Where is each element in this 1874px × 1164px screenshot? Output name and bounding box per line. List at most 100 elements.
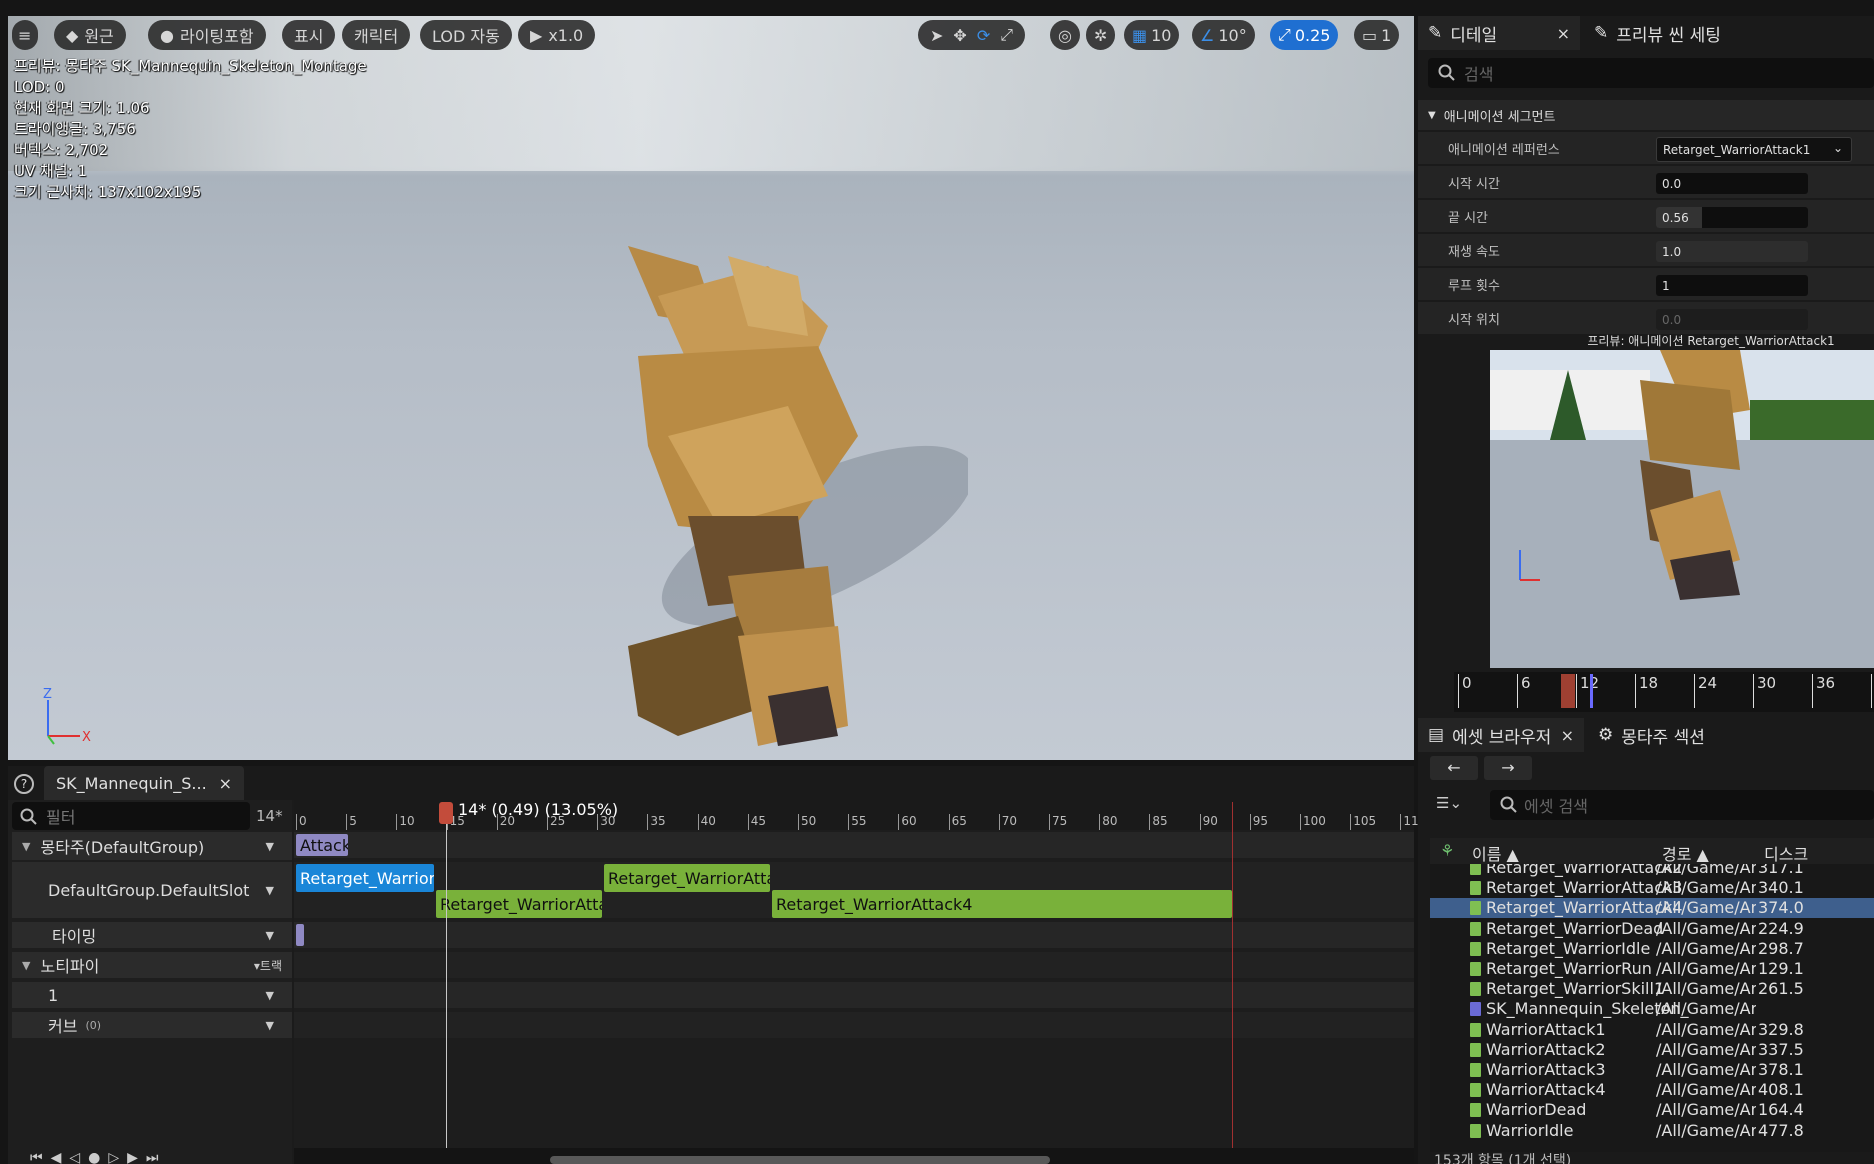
scale-snap-button[interactable]: ⤢ 0.25 (1270, 20, 1339, 50)
play-rate-field[interactable]: 1.0 (1656, 241, 1808, 262)
move-icon[interactable]: ✥ (953, 26, 966, 45)
dropdown-icon[interactable]: ▼ (266, 1019, 274, 1032)
column-name[interactable]: 이름 ▲ (1472, 841, 1519, 865)
track-timing[interactable]: 타이밍 ▼ (12, 922, 292, 948)
column-disk-size[interactable]: 디스크 (1764, 841, 1808, 865)
timeline-scrollbar[interactable] (550, 1156, 1050, 1164)
source-tree-icon[interactable]: ⚘ (1440, 841, 1454, 860)
back-arrow-icon[interactable]: ← (1430, 756, 1478, 780)
surface-snap-button[interactable]: ✲ (1086, 20, 1116, 50)
transport-controls[interactable]: ⏮◀◁●▷▶⏭ (30, 1150, 166, 1164)
asset-row[interactable]: Retarget_WarriorDead/All/Game/Ani 224.9 (1430, 919, 1874, 939)
asset-row[interactable]: WarriorIdle/All/Game/Ani 477.8 (1430, 1121, 1874, 1141)
add-track-button[interactable]: ▾트랙 (254, 957, 282, 974)
dropdown-icon[interactable]: ▼ (266, 989, 274, 1002)
tab-asset-browser[interactable]: ▤ 에셋 브라우저 × (1418, 718, 1584, 752)
start-time-field[interactable]: 0.0 (1656, 173, 1808, 194)
asset-row[interactable]: Retarget_WarriorSkill1/All/Game/Ani 261.5 (1430, 979, 1874, 999)
close-icon[interactable]: × (1557, 24, 1570, 43)
loop-count-field[interactable]: 1 (1656, 275, 1808, 296)
asset-row[interactable]: WarriorDead/All/Game/Ani 164.4 (1430, 1100, 1874, 1120)
current-frame-field[interactable]: 14* (256, 802, 292, 830)
close-icon[interactable]: × (1561, 726, 1574, 745)
dropdown-icon[interactable]: ▼ (266, 929, 274, 942)
tab-montage[interactable]: SK_Mannequin_S... × (44, 766, 244, 800)
asset-list[interactable]: Retarget_WarriorAttack2/All/Game/Ani 317.… (1430, 864, 1874, 1152)
segment-warrior-attack4[interactable]: Retarget_WarriorAttack4 (772, 890, 1232, 918)
tab-preview-settings[interactable]: ✎ 프리뷰 씬 세팅 (1584, 16, 1721, 50)
segment-warrior-attack2[interactable]: Retarget_WarriorAttack2 (436, 890, 602, 918)
preview-ruler-tick: 18 (1635, 674, 1658, 708)
asset-row[interactable]: Retarget_WarriorAttack4/All/Game/Ani 374.… (1430, 898, 1874, 919)
montage-section-attack1[interactable]: Attack1 (296, 834, 348, 856)
end-marker (1232, 802, 1233, 1148)
preview-ruler-tick: 12 (1576, 674, 1599, 708)
scale-icon[interactable]: ⤢ (1000, 25, 1013, 45)
timeline[interactable]: 0 5 10 15 20 25 30 35 40 45 50 55 60 65 70 75 80 85 90 95 10… (294, 800, 1419, 1164)
timing-marker[interactable] (296, 924, 304, 946)
lod-button[interactable]: LOD 자동 (420, 20, 512, 50)
grid-snap-value: 10 (1151, 25, 1172, 45)
ruler-tick: 5 (346, 814, 357, 830)
asset-row[interactable]: SK_Mannequin_Skeleton_/All/Game/Ani (1430, 999, 1874, 1019)
asset-row[interactable]: WarriorAttack4/All/Game/Ani 408.1 (1430, 1080, 1874, 1100)
lighting-button[interactable]: ● 라이팅포함 (148, 20, 266, 50)
asset-row[interactable]: Retarget_WarriorAttack3/All/Game/Ani 340.… (1430, 878, 1874, 898)
dropdown-icon[interactable]: ▼ (266, 884, 274, 897)
details-search-input[interactable]: 검색 (1428, 58, 1874, 88)
column-path[interactable]: 경로 ▲ (1662, 841, 1709, 865)
filter-icon[interactable]: ☰⌄ (1436, 794, 1476, 818)
chevron-down-icon[interactable]: ▼ (22, 840, 30, 853)
asset-row[interactable]: Retarget_WarriorRun/All/Game/Ani 129.1 (1430, 959, 1874, 979)
track-notify[interactable]: ▼ 노티파이 ▾트랙 (12, 952, 292, 978)
perspective-button[interactable]: ◆ 원근 (54, 20, 126, 50)
asset-row[interactable]: Retarget_WarriorIdle/All/Game/Ani 298.7 (1430, 939, 1874, 959)
world-local-button[interactable]: ◎ (1050, 20, 1080, 50)
ruler-tick: 100 (1300, 814, 1326, 830)
rotate-icon[interactable]: ⟳ (977, 26, 990, 45)
dropdown-icon[interactable]: ▼ (266, 840, 274, 853)
asset-path: /All/Game/Ani (1656, 1039, 1756, 1059)
preview-playhead[interactable] (1561, 674, 1575, 708)
playhead-handle[interactable] (439, 802, 453, 824)
track-curves[interactable]: 커브 (0) ▼ (12, 1012, 292, 1038)
segment-warrior-attack3[interactable]: Retarget_WarriorAttack3 (604, 864, 770, 892)
asset-search-input[interactable]: 에셋 검색 (1490, 790, 1874, 820)
anim-preview-viewport[interactable] (1490, 350, 1874, 668)
character-mesh[interactable] (568, 236, 968, 756)
preview-ruler-tick: 36 (1812, 674, 1835, 708)
anim-reference-combo[interactable]: Retarget_WarriorAttack1 ⌄ (1656, 137, 1852, 162)
tab-montage-sections[interactable]: ⚙ 몽타주 섹션 (1588, 718, 1705, 752)
section-anim-segment[interactable]: ▼ 애니메이션 세그먼트 (1418, 100, 1874, 130)
track-filter-input[interactable]: 필터 (12, 802, 250, 830)
grid-snap-button[interactable]: ▦ 10 (1124, 20, 1180, 50)
asset-size: 317.1 (1758, 864, 1804, 877)
chevron-down-icon[interactable]: ▼ (22, 959, 30, 972)
track-notify-1[interactable]: 1 ▼ (12, 982, 292, 1008)
help-icon[interactable]: ? (14, 774, 34, 794)
asset-row[interactable]: WarriorAttack2/All/Game/Ani 337.5 (1430, 1040, 1874, 1060)
camera-speed-button[interactable]: ▭ 1 (1354, 20, 1400, 50)
tab-details[interactable]: ✎ 디테일 × (1418, 16, 1580, 50)
forward-arrow-icon[interactable]: → (1484, 756, 1532, 780)
anim-sequence-icon (1470, 864, 1481, 875)
asset-row[interactable]: WarriorAttack1/All/Game/Ani 329.8 (1430, 1020, 1874, 1040)
character-button[interactable]: 캐릭터 (342, 20, 411, 50)
viewport-menu-button[interactable]: ≡ (12, 20, 38, 50)
asset-row[interactable]: Retarget_WarriorAttack2/All/Game/Ani 317.… (1430, 864, 1874, 878)
show-button[interactable]: 표시 (282, 20, 336, 50)
rotation-snap-button[interactable]: ∠ 10° (1192, 20, 1255, 50)
close-icon[interactable]: × (219, 774, 232, 793)
track-montage-group[interactable]: ▼ 몽타주(DefaultGroup) ▼ (12, 832, 292, 860)
preview-ruler-tick: 6 (1517, 674, 1531, 708)
anim-preview-scrubber[interactable]: 0612182430364 (1454, 672, 1874, 712)
end-time-field[interactable]: 0.56 (1656, 207, 1808, 228)
select-arrow-icon[interactable]: ➤ (930, 26, 943, 45)
ruler-tick: 95 (1249, 814, 1268, 830)
track-slot[interactable]: DefaultGroup.DefaultSlot ▼ (12, 862, 292, 918)
play-speed-button[interactable]: ▶ x1.0 (518, 20, 596, 50)
viewport[interactable]: ≡ ◆ 원근 ● 라이팅포함 표시 캐릭터 LOD 자동 ▶ x1.0 ➤ ✥ … (8, 16, 1414, 760)
asset-row[interactable]: WarriorAttack3/All/Game/Ani 378.1 (1430, 1060, 1874, 1080)
segment-warrior-attack1[interactable]: Retarget_WarriorAtta (296, 864, 434, 892)
anim-preview-label: 프리뷰: 애니메이션 Retarget_WarriorAttack1 (1587, 334, 1835, 348)
